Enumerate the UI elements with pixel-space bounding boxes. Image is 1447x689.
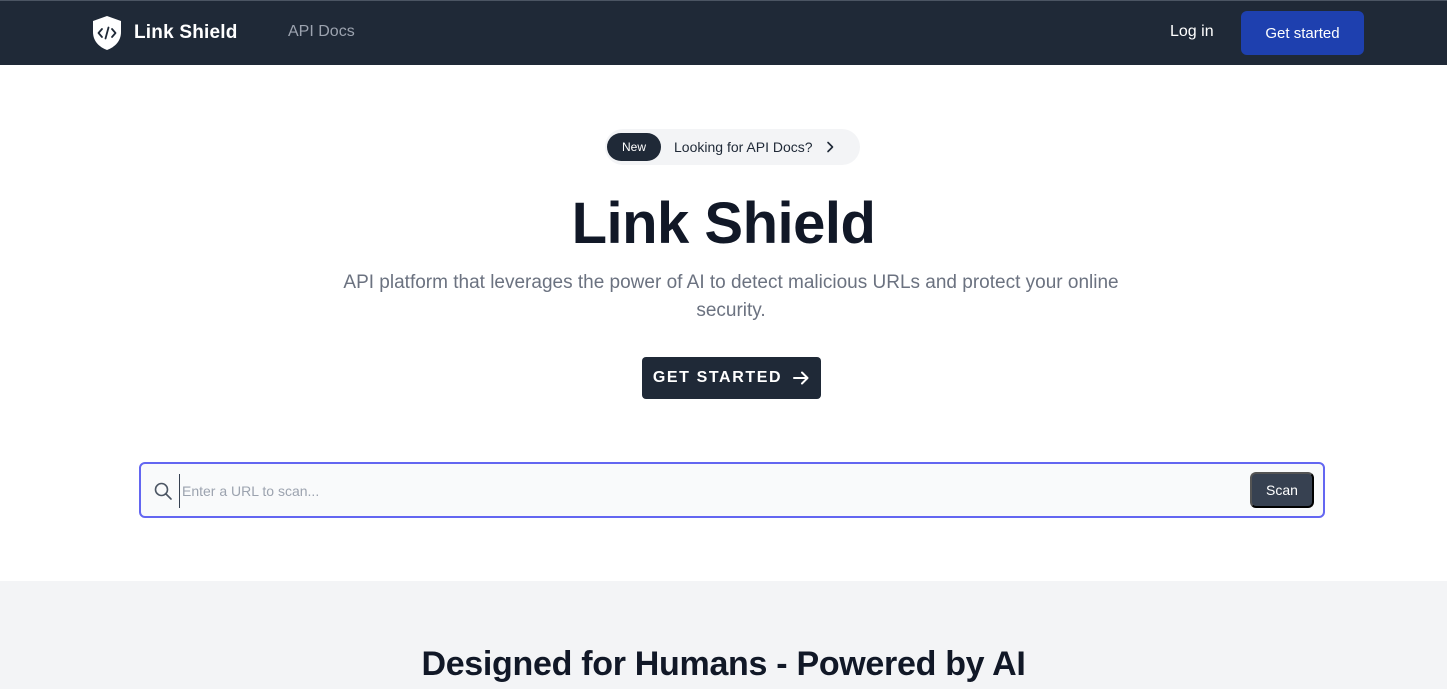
url-scan-form: Scan (139, 462, 1325, 518)
hero-get-started-button[interactable]: GET STARTED (642, 357, 821, 399)
hero-cta-label: GET STARTED (652, 369, 783, 386)
chevron-right-icon (826, 141, 833, 153)
arrow-right-icon (793, 371, 809, 385)
navbar: Link Shield API Docs Log in Get started (0, 1, 1447, 65)
announcement-text: Looking for API Docs? (674, 139, 813, 155)
scan-button[interactable]: Scan (1250, 472, 1314, 508)
url-input[interactable] (179, 474, 1239, 508)
get-started-button[interactable]: Get started (1241, 11, 1364, 55)
hero-title: Link Shield (571, 191, 876, 256)
brand-link[interactable]: Link Shield (91, 15, 238, 51)
brand-name: Link Shield (134, 22, 238, 43)
hero-subtitle: API platform that leverages the power of… (343, 272, 1119, 321)
search-icon (154, 482, 172, 500)
shield-code-icon (93, 16, 121, 50)
features-title: Designed for Humans - Powered by AI (421, 645, 1026, 683)
new-badge: New (607, 133, 662, 161)
login-link[interactable]: Log in (1170, 23, 1214, 41)
announcement-pill[interactable]: New Looking for API Docs? (605, 129, 860, 165)
features-section: Designed for Humans - Powered by AI (0, 581, 1447, 689)
nav-link-api-docs[interactable]: API Docs (288, 23, 355, 41)
